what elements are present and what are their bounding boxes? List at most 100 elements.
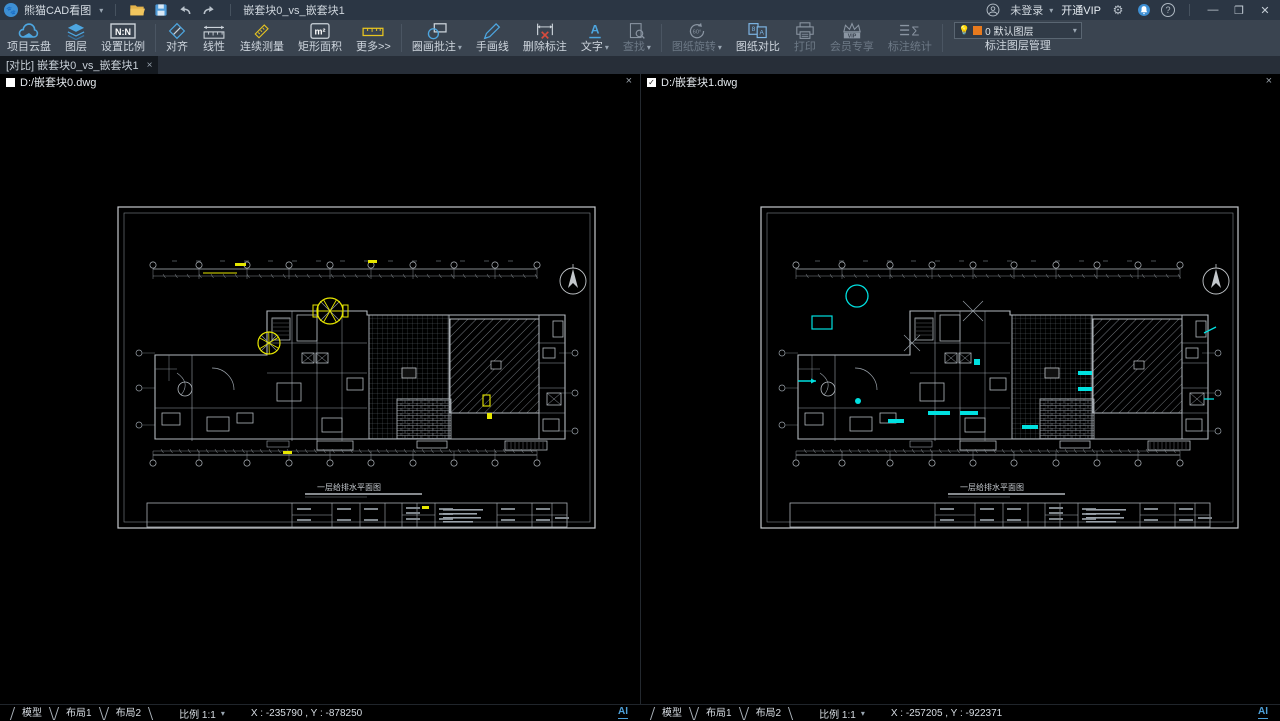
login-caret-icon: ▾ bbox=[1049, 6, 1053, 15]
svg-text:60°: 60° bbox=[693, 29, 702, 35]
divider bbox=[115, 4, 116, 16]
svg-text:A: A bbox=[759, 29, 764, 36]
undo-icon[interactable] bbox=[176, 2, 194, 18]
scale-icon: N:N bbox=[110, 22, 136, 40]
layout-tab-model[interactable]: 模型 bbox=[10, 706, 54, 721]
more-button[interactable]: 更多>> bbox=[349, 20, 398, 56]
annotation-layer-group: 💡0 默认图层▾标注图层管理 bbox=[946, 20, 1090, 56]
settings-gear-icon[interactable]: ⚙ bbox=[1109, 2, 1127, 18]
vip-exclusive-button: VIP会员专享 bbox=[823, 20, 881, 56]
measure-icon bbox=[251, 22, 273, 40]
file-checkbox-right[interactable]: ✓ bbox=[647, 78, 656, 87]
toolbar-button-label: 更多>> bbox=[356, 40, 391, 54]
scale-caret-icon: ▾ bbox=[861, 709, 865, 718]
app-name[interactable]: 熊猫CAD看图 bbox=[24, 2, 91, 18]
find-icon bbox=[627, 22, 647, 40]
document-title: 嵌套块0_vs_嵌套块1 bbox=[243, 2, 344, 18]
panel-close-icon-left[interactable]: × bbox=[626, 75, 632, 87]
project-cloud-button[interactable]: 项目云盘 bbox=[0, 20, 58, 56]
compare-panel-left: D:/嵌套块0.dwg × 一层给排水平面图 bbox=[0, 74, 640, 704]
coordinates-right: X : -257205 , Y : -922371 bbox=[891, 708, 1002, 719]
ai-assistant-button-right[interactable]: AI bbox=[1258, 706, 1268, 719]
text-button[interactable]: A文字▾ bbox=[574, 20, 616, 56]
ai-assistant-button-left[interactable]: AI bbox=[618, 706, 628, 719]
pencil-icon bbox=[481, 22, 503, 40]
scale-dropdown-left[interactable]: 比例 1:1▾ bbox=[179, 706, 225, 721]
divider bbox=[1189, 4, 1190, 16]
svg-text:m²: m² bbox=[315, 27, 326, 37]
scale-dropdown-right[interactable]: 比例 1:1▾ bbox=[819, 706, 865, 721]
freehand-line-button[interactable]: 手画线 bbox=[469, 20, 516, 56]
toolbar-button-label: 会员专享 bbox=[830, 40, 874, 54]
layers-button[interactable]: 图层 bbox=[58, 20, 94, 56]
layer-select-dropdown[interactable]: 💡0 默认图层▾ bbox=[954, 22, 1082, 39]
circle-annotate-button[interactable]: 圈画批注▾ bbox=[405, 20, 469, 56]
set-scale-button[interactable]: N:N设置比例 bbox=[94, 20, 152, 56]
toolbar-button-label: 删除标注 bbox=[523, 40, 567, 54]
toolbar-separator bbox=[942, 24, 943, 52]
redo-icon[interactable] bbox=[200, 2, 218, 18]
print-icon bbox=[794, 22, 816, 40]
toolbar-button-label: 图纸对比 bbox=[736, 40, 780, 54]
toolbar-separator bbox=[661, 24, 662, 52]
texta-icon: A bbox=[585, 22, 605, 40]
panel-header-left: D:/嵌套块0.dwg × bbox=[0, 74, 640, 90]
svg-text:A: A bbox=[590, 22, 599, 36]
minimize-button[interactable]: — bbox=[1204, 4, 1222, 16]
close-button[interactable]: ✕ bbox=[1256, 4, 1274, 17]
toolbar-button-label: 矩形面积 bbox=[298, 40, 342, 54]
delete-annotation-button[interactable]: 删除标注 bbox=[516, 20, 574, 56]
compare-drawings-button[interactable]: 8A图纸对比 bbox=[729, 20, 787, 56]
toolbar-button-label: 对齐 bbox=[166, 40, 188, 54]
cad-drawing-right[interactable]: 一层给排水平面图 bbox=[760, 203, 1240, 533]
toolbar-button-label: 图层 bbox=[65, 40, 87, 54]
tab-compare-document[interactable]: [对比] 嵌套块0_vs_嵌套块1 × bbox=[0, 56, 158, 74]
layout-tab-layout1[interactable]: 布局1 bbox=[694, 706, 744, 721]
more-icon bbox=[361, 22, 385, 40]
panel-close-icon-right[interactable]: × bbox=[1266, 75, 1272, 87]
notification-icon[interactable] bbox=[1135, 2, 1153, 18]
layout-tab-model[interactable]: 模型 bbox=[650, 706, 694, 721]
layer-select-value: 0 默认图层 bbox=[985, 23, 1033, 38]
status-bar: 模型布局1布局2 比例 1:1▾ X : -235790 , Y : -8782… bbox=[0, 704, 1280, 721]
layer-manage-label: 标注图层管理 bbox=[985, 39, 1051, 54]
layout-tab-layout2[interactable]: 布局2 bbox=[744, 706, 794, 721]
align-icon bbox=[167, 22, 187, 40]
user-icon[interactable] bbox=[984, 2, 1002, 18]
continuous-measure-button[interactable]: 连续测量 bbox=[233, 20, 291, 56]
layer-caret-icon: ▾ bbox=[1073, 26, 1077, 35]
linear-icon bbox=[202, 22, 226, 40]
find-button: 查找▾ bbox=[616, 20, 658, 56]
file-path-right: D:/嵌套块1.dwg bbox=[661, 74, 737, 90]
toolbar-button-label: 圈画批注▾ bbox=[412, 40, 462, 55]
rect-area-button[interactable]: m² 矩形面积 bbox=[291, 20, 349, 56]
toolbar-button-label: 标注统计 bbox=[888, 40, 932, 54]
rotate-icon: 60° bbox=[685, 22, 709, 40]
save-icon[interactable] bbox=[152, 2, 170, 18]
align-button[interactable]: 对齐 bbox=[159, 20, 195, 56]
linear-button[interactable]: 线性 bbox=[195, 20, 233, 56]
toolbar-button-label: 项目云盘 bbox=[7, 40, 51, 54]
layout-tabs-right: 模型布局1布局2 bbox=[650, 706, 793, 721]
help-icon[interactable]: ? bbox=[1161, 3, 1175, 17]
panel-header-right: ✓ D:/嵌套块1.dwg × bbox=[641, 74, 1280, 90]
layout-tab-layout1[interactable]: 布局1 bbox=[54, 706, 104, 721]
svg-text:VIP: VIP bbox=[848, 34, 857, 40]
toolbar-button-label: 连续测量 bbox=[240, 40, 284, 54]
rotate-drawing-button: 60°图纸旋转▾ bbox=[665, 20, 729, 56]
file-checkbox-left[interactable] bbox=[6, 78, 15, 87]
tab-close-icon[interactable]: × bbox=[147, 60, 153, 71]
main-toolbar: 项目云盘图层 N:N设置比例对齐线性连续测量 m² 矩形面积更多>> 圈画批注▾ 手画线删… bbox=[0, 20, 1280, 56]
vip-icon: VIP bbox=[839, 22, 865, 40]
stats-icon: Σ bbox=[898, 22, 922, 40]
cad-drawing-left[interactable]: 一层给排水平面图 bbox=[117, 203, 597, 533]
app-menu-caret-icon[interactable]: ▾ bbox=[99, 6, 103, 15]
open-vip-button[interactable]: 开通VIP bbox=[1061, 2, 1101, 18]
open-file-icon[interactable] bbox=[128, 2, 146, 18]
login-status[interactable]: 未登录▾ bbox=[1010, 2, 1053, 18]
maximize-button[interactable]: ❐ bbox=[1230, 4, 1248, 17]
divider bbox=[230, 4, 231, 16]
layout-tabs-left: 模型布局1布局2 bbox=[10, 706, 153, 721]
layout-tab-layout2[interactable]: 布局2 bbox=[104, 706, 154, 721]
dropdown-caret-icon: ▾ bbox=[605, 43, 609, 52]
